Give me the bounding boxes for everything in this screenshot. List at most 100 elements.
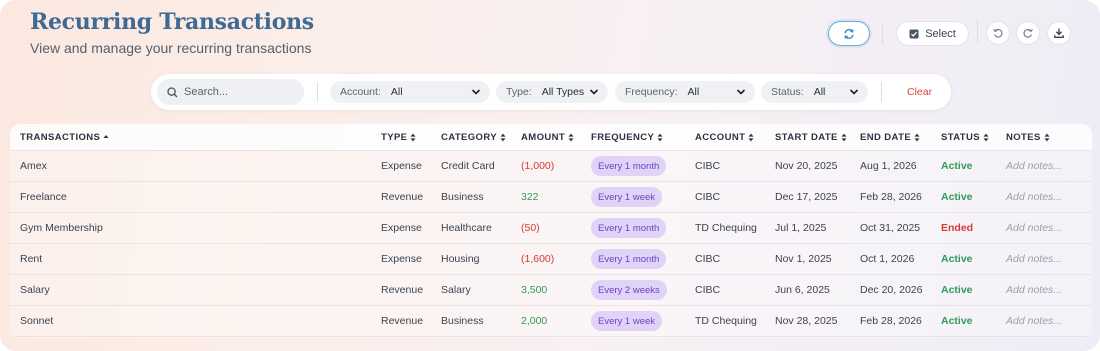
download-button[interactable]	[1047, 21, 1071, 45]
page-title: Recurring Transactions	[30, 9, 314, 35]
column-label: TYPE	[381, 132, 408, 143]
column-label: TRANSACTIONS	[20, 132, 101, 143]
table-row[interactable]: Sonnet Revenue Business 2,000 Every 1 week TD…	[10, 306, 1092, 337]
amount-cell: 2,000	[521, 315, 548, 327]
column-label: AMOUNT	[521, 132, 566, 143]
frequency-badge: Every 1 week	[591, 187, 663, 207]
notes-field[interactable]: Add notes...	[1006, 160, 1062, 172]
sort-icon[interactable]	[500, 133, 506, 142]
divider	[881, 82, 882, 102]
notes-field[interactable]: Add notes...	[1006, 191, 1062, 203]
download-icon	[1054, 28, 1064, 38]
chevron-down-icon	[849, 89, 859, 95]
sort-ascending-icon[interactable]	[103, 133, 109, 142]
type-cell: Revenue	[381, 284, 424, 296]
frequency-badge: Every 1 week	[591, 311, 663, 331]
col-notes-header[interactable]: NOTES	[1006, 132, 1050, 143]
divider	[977, 19, 978, 43]
sort-icon[interactable]	[983, 133, 989, 142]
transaction-name[interactable]: Sonnet	[20, 315, 53, 327]
end-date-cell: Oct 1, 2026	[860, 253, 915, 265]
account-filter[interactable]: Account: All	[330, 81, 490, 103]
account-filter-label: Account:	[340, 86, 381, 98]
frequency-filter[interactable]: Frequency: All	[615, 81, 755, 103]
start-date-cell: Jul 1, 2025	[775, 222, 827, 234]
start-date-cell: Nov 20, 2025	[775, 160, 838, 172]
col-type-header[interactable]: TYPE	[381, 132, 416, 143]
sort-icon[interactable]	[410, 133, 416, 142]
account-cell: CIBC	[695, 284, 721, 296]
type-cell: Revenue	[381, 191, 424, 203]
start-date-cell: Dec 17, 2025	[775, 191, 838, 203]
col-start-date-header[interactable]: START DATE	[775, 132, 847, 143]
end-date-cell: Feb 28, 2026	[860, 315, 922, 327]
status-badge: Active	[941, 191, 973, 203]
status-badge: Active	[941, 284, 973, 296]
col-category-header[interactable]: CATEGORY	[441, 132, 506, 143]
status-badge: Active	[941, 160, 973, 172]
status-filter[interactable]: Status: All	[761, 81, 868, 103]
type-cell: Expense	[381, 160, 422, 172]
account-cell: TD Chequing	[695, 315, 757, 327]
redo-icon	[1023, 28, 1033, 38]
sort-icon[interactable]	[1044, 133, 1050, 142]
col-transactions-header[interactable]: TRANSACTIONS	[20, 132, 109, 143]
sort-icon[interactable]	[568, 133, 574, 142]
col-end-date-header[interactable]: END DATE	[860, 132, 920, 143]
transaction-name[interactable]: Freelance	[20, 191, 67, 203]
account-cell: CIBC	[695, 253, 721, 265]
clear-filters-button[interactable]: Clear	[907, 86, 932, 98]
end-date-cell: Aug 1, 2026	[860, 160, 917, 172]
table-row[interactable]: Freelance Revenue Business 322 Every 1 week C…	[10, 182, 1092, 213]
search-box[interactable]	[157, 79, 304, 105]
redo-button[interactable]	[1016, 21, 1040, 45]
status-badge: Ended	[941, 222, 974, 234]
type-cell: Revenue	[381, 315, 424, 327]
transaction-name[interactable]: Salary	[20, 284, 50, 296]
account-cell: TD Chequing	[695, 222, 757, 234]
column-label: ACCOUNT	[695, 132, 746, 143]
column-label: NOTES	[1006, 132, 1041, 143]
frequency-badge: Every 2 weeks	[591, 280, 667, 300]
sort-icon[interactable]	[914, 133, 920, 142]
chevron-down-icon	[736, 89, 746, 95]
table-row[interactable]: Gym Membership Expense Healthcare (50) Every…	[10, 213, 1092, 244]
transaction-name[interactable]: Gym Membership	[20, 222, 103, 234]
frequency-filter-value: All	[687, 86, 700, 98]
col-status-header[interactable]: STATUS	[941, 132, 989, 143]
sort-icon[interactable]	[841, 133, 847, 142]
sort-icon[interactable]	[657, 133, 663, 142]
category-cell: Healthcare	[441, 222, 492, 234]
frequency-filter-label: Frequency:	[625, 86, 678, 98]
column-label: CATEGORY	[441, 132, 497, 143]
search-input[interactable]	[184, 86, 294, 98]
undo-button[interactable]	[986, 21, 1010, 45]
account-filter-value: All	[390, 86, 403, 98]
filter-bar: Account: All Type: All Types Frequency: …	[151, 74, 951, 110]
sort-icon[interactable]	[748, 133, 754, 142]
table-row[interactable]: Rent Expense Housing (1,600) Every 1 month CI…	[10, 244, 1092, 275]
transaction-name[interactable]: Rent	[20, 253, 42, 265]
type-filter[interactable]: Type: All Types	[496, 81, 608, 103]
table-row[interactable]: Amex Expense Credit Card (1,000) Every 1 mon…	[10, 151, 1092, 182]
column-label: STATUS	[941, 132, 980, 143]
notes-field[interactable]: Add notes...	[1006, 315, 1062, 327]
checkbox-icon	[909, 29, 919, 38]
amount-cell: 322	[521, 191, 539, 203]
refresh-button[interactable]	[828, 21, 870, 46]
col-amount-header[interactable]: AMOUNT	[521, 132, 574, 143]
transaction-name[interactable]: Amex	[20, 160, 47, 172]
amount-cell: (50)	[521, 222, 540, 234]
col-frequency-header[interactable]: FREQUENCY	[591, 132, 663, 143]
col-account-header[interactable]: ACCOUNT	[695, 132, 754, 143]
chevron-down-icon	[589, 89, 599, 95]
amount-cell: (1,600)	[521, 253, 555, 265]
amount-cell: 3,500	[521, 284, 548, 296]
table-row[interactable]: Salary Revenue Salary 3,500 Every 2 weeks CIB…	[10, 275, 1092, 306]
recurring-transactions-panel: Recurring Transactions View and manage y…	[0, 0, 1100, 351]
notes-field[interactable]: Add notes...	[1006, 222, 1062, 234]
transactions-table: TRANSACTIONS TYPE CATEGORY AMOUNT FREQUENCY A…	[10, 124, 1092, 338]
notes-field[interactable]: Add notes...	[1006, 284, 1062, 296]
select-button[interactable]: Select	[896, 21, 969, 46]
notes-field[interactable]: Add notes...	[1006, 253, 1062, 265]
